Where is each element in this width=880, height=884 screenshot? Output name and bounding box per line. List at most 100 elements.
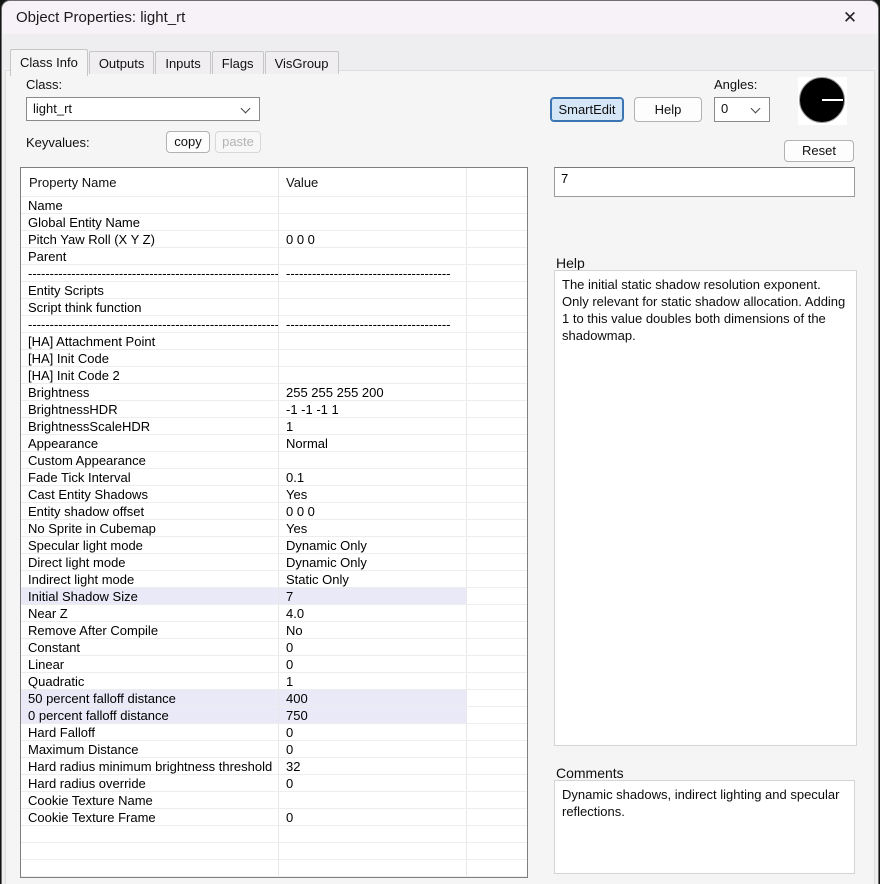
property-value-cell: -1 -1 -1 1 [279,401,467,417]
table-row[interactable]: Maximum Distance0 [21,741,527,758]
row-spacer [467,214,527,230]
table-row[interactable] [21,843,527,860]
table-row[interactable]: Pitch Yaw Roll (X Y Z)0 0 0 [21,231,527,248]
comments-input[interactable]: Dynamic shadows, indirect lighting and s… [554,780,855,874]
table-row[interactable]: Entity shadow offset0 0 0 [21,503,527,520]
tab-inputs[interactable]: Inputs [155,51,210,74]
table-row[interactable]: Name [21,197,527,214]
property-value-cell: Normal [279,435,467,451]
table-row[interactable]: Parent [21,248,527,265]
angles-select[interactable]: 0 [714,97,770,122]
chevron-down-icon [241,104,251,114]
angle-dial[interactable] [798,77,847,125]
table-row[interactable]: Brightness255 255 255 200 [21,384,527,401]
property-name-cell: Cookie Texture Frame [21,809,279,825]
table-row[interactable]: Entity Scripts [21,282,527,299]
row-spacer [467,265,527,281]
chevron-down-icon [751,104,761,114]
property-value-cell: 1 [279,673,467,689]
table-row[interactable]: [HA] Init Code 2 [21,367,527,384]
table-row[interactable]: Initial Shadow Size7 [21,588,527,605]
property-name-cell: Near Z [21,605,279,621]
property-value-cell: 0 0 0 [279,231,467,247]
tab-flags[interactable]: Flags [212,51,264,74]
table-row[interactable] [21,826,527,843]
table-row[interactable]: ----------------------------------------… [21,265,527,282]
property-value-cell: Yes [279,520,467,536]
help-button[interactable]: Help [634,97,702,122]
window-title: Object Properties: light_rt [16,9,185,26]
value-input[interactable]: 7 [554,167,855,197]
table-row[interactable]: Fade Tick Interval0.1 [21,469,527,486]
table-row[interactable]: ----------------------------------------… [21,316,527,333]
header-property-name[interactable]: Property Name [21,168,279,196]
property-name-cell: ----------------------------------------… [21,265,279,281]
tab-visgroup[interactable]: VisGroup [265,51,339,74]
table-row[interactable]: Cast Entity ShadowsYes [21,486,527,503]
table-row[interactable]: Script think function [21,299,527,316]
property-value-cell: 4.0 [279,605,467,621]
row-spacer [467,367,527,383]
angles-select-value: 0 [721,101,728,116]
table-row[interactable]: [HA] Attachment Point [21,333,527,350]
property-value-cell: 0.1 [279,469,467,485]
property-value-cell: 32 [279,758,467,774]
property-value-cell: 7 [279,588,467,604]
table-row[interactable]: Direct light modeDynamic Only [21,554,527,571]
table-row[interactable]: Near Z4.0 [21,605,527,622]
table-row[interactable]: No Sprite in CubemapYes [21,520,527,537]
table-row[interactable]: Remove After CompileNo [21,622,527,639]
tab-class-info[interactable]: Class Info [10,49,88,76]
class-select[interactable]: light_rt [26,97,260,121]
property-value-cell [279,333,467,349]
table-row[interactable]: BrightnessScaleHDR1 [21,418,527,435]
property-value-cell [279,452,467,468]
property-name-cell [21,843,279,859]
table-row[interactable]: 50 percent falloff distance400 [21,690,527,707]
table-row[interactable]: Linear0 [21,656,527,673]
table-row[interactable]: Indirect light modeStatic Only [21,571,527,588]
tab-strip: Class InfoOutputsInputsFlagsVisGroup [10,47,340,71]
table-row[interactable]: Cookie Texture Name [21,792,527,809]
table-row[interactable]: [HA] Init Code [21,350,527,367]
table-row[interactable]: 0 percent falloff distance750 [21,707,527,724]
table-row[interactable] [21,860,527,877]
copy-button[interactable]: copy [166,131,210,153]
tab-outputs[interactable]: Outputs [89,51,155,74]
row-spacer [467,299,527,315]
paste-button[interactable]: paste [215,131,261,153]
close-icon[interactable]: ✕ [838,7,862,29]
row-spacer [467,809,527,825]
table-row[interactable]: Constant0 [21,639,527,656]
property-value-cell: 0 [279,775,467,791]
header-value[interactable]: Value [279,168,467,196]
property-name-cell: Entity Scripts [21,282,279,298]
row-spacer [467,826,527,842]
table-row[interactable]: Quadratic1 [21,673,527,690]
property-name-cell: Global Entity Name [21,214,279,230]
property-value-cell: 0 [279,741,467,757]
table-row[interactable]: Specular light modeDynamic Only [21,537,527,554]
table-row[interactable]: Hard Falloff0 [21,724,527,741]
table-row[interactable]: Hard radius override0 [21,775,527,792]
property-name-cell: Appearance [21,435,279,451]
table-row[interactable]: Global Entity Name [21,214,527,231]
property-name-cell: 50 percent falloff distance [21,690,279,706]
row-spacer [467,605,527,621]
property-value-cell: -------------------------------------- [279,265,467,281]
keyvalues-label: Keyvalues: [26,135,90,150]
table-row[interactable]: Hard radius minimum brightness threshold… [21,758,527,775]
row-spacer [467,486,527,502]
smartedit-button[interactable]: SmartEdit [550,97,624,122]
property-value-cell: 0 [279,724,467,740]
row-spacer [467,418,527,434]
property-name-cell: Linear [21,656,279,672]
table-row[interactable]: BrightnessHDR-1 -1 -1 1 [21,401,527,418]
header-spacer [467,168,527,196]
table-row[interactable]: Cookie Texture Frame0 [21,809,527,826]
reset-button[interactable]: Reset [784,140,854,162]
table-row[interactable]: AppearanceNormal [21,435,527,452]
class-select-value: light_rt [33,101,72,116]
row-spacer [467,622,527,638]
table-row[interactable]: Custom Appearance [21,452,527,469]
